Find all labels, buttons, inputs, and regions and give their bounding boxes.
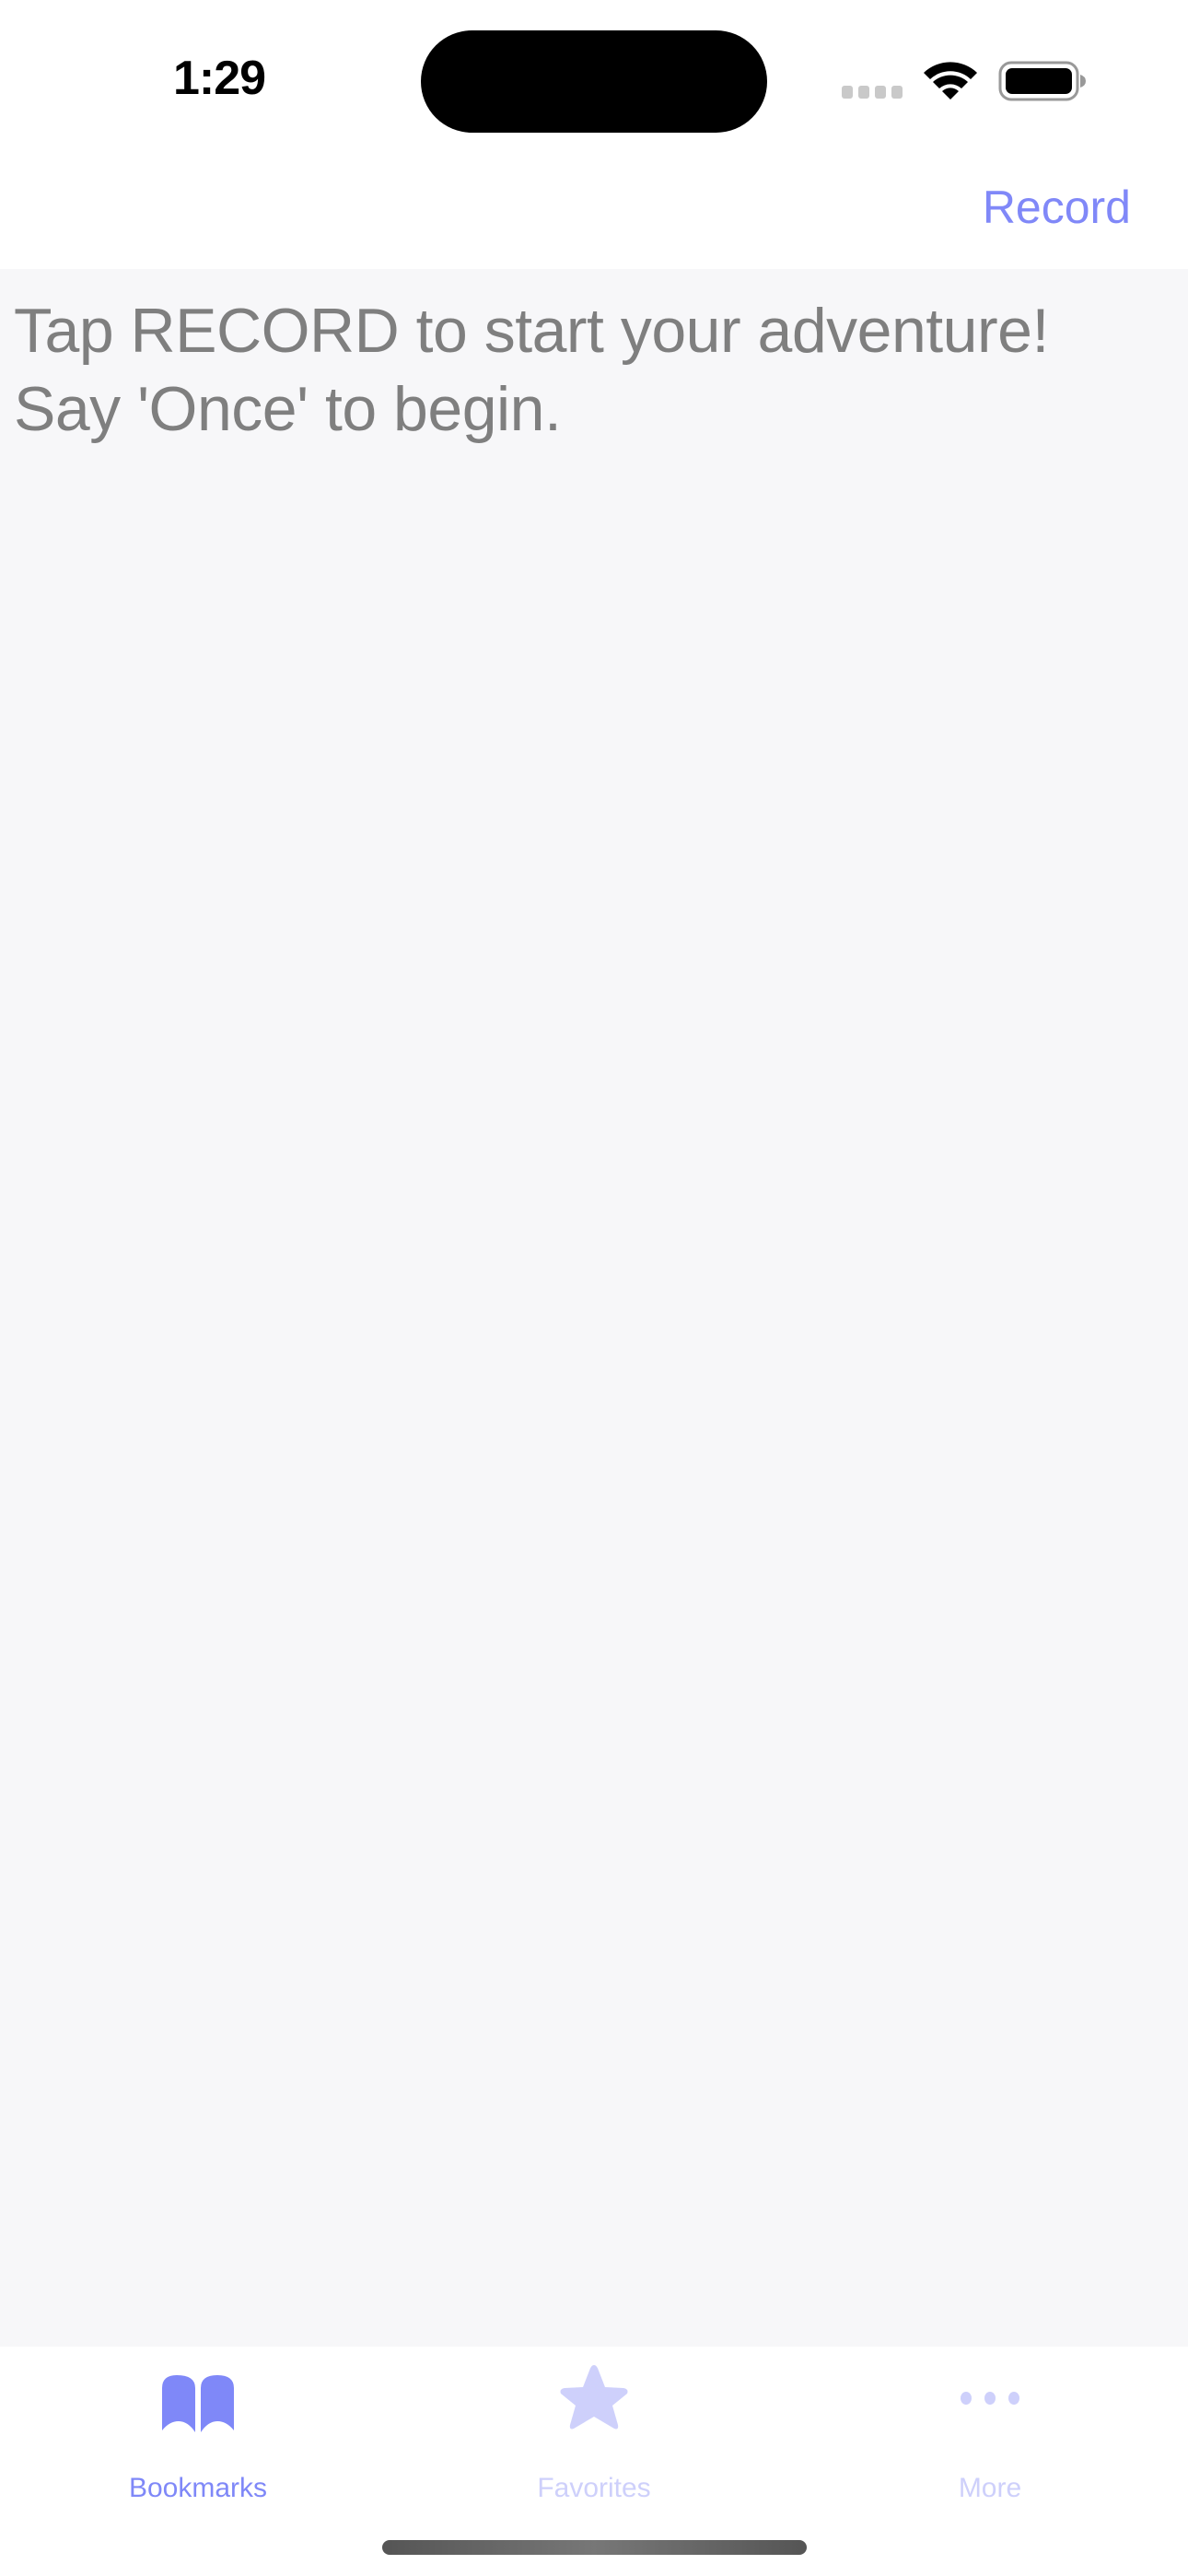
star-icon: [560, 2365, 628, 2430]
status-time: 1:29: [173, 52, 266, 105]
record-button[interactable]: Record: [983, 181, 1131, 234]
home-indicator[interactable]: [382, 2540, 807, 2555]
cellular-signal-icon: [842, 86, 903, 99]
tab-label: More: [958, 2473, 1022, 2503]
navigation-bar: Record: [0, 157, 1188, 269]
story-content: Tap RECORD to start your adventure! Say …: [0, 269, 1188, 2347]
instruction-message: Tap RECORD to start your adventure! Say …: [14, 292, 1049, 449]
ellipsis-icon: [961, 2392, 1019, 2405]
dynamic-island: [421, 30, 767, 133]
instruction-line: Tap RECORD to start your adventure!: [14, 296, 1049, 366]
book-icon: [162, 2375, 234, 2432]
tab-more[interactable]: More: [792, 2347, 1188, 2503]
tab-label: Bookmarks: [128, 2473, 268, 2503]
status-bar: 1:29: [0, 0, 1188, 157]
tab-bookmarks[interactable]: Bookmarks: [0, 2347, 396, 2503]
instruction-line: Say 'Once' to begin.: [14, 374, 562, 444]
tab-label: Favorites: [537, 2473, 651, 2503]
wifi-icon: [924, 62, 977, 100]
tab-favorites[interactable]: Favorites: [396, 2347, 792, 2503]
battery-icon: [998, 61, 1086, 101]
